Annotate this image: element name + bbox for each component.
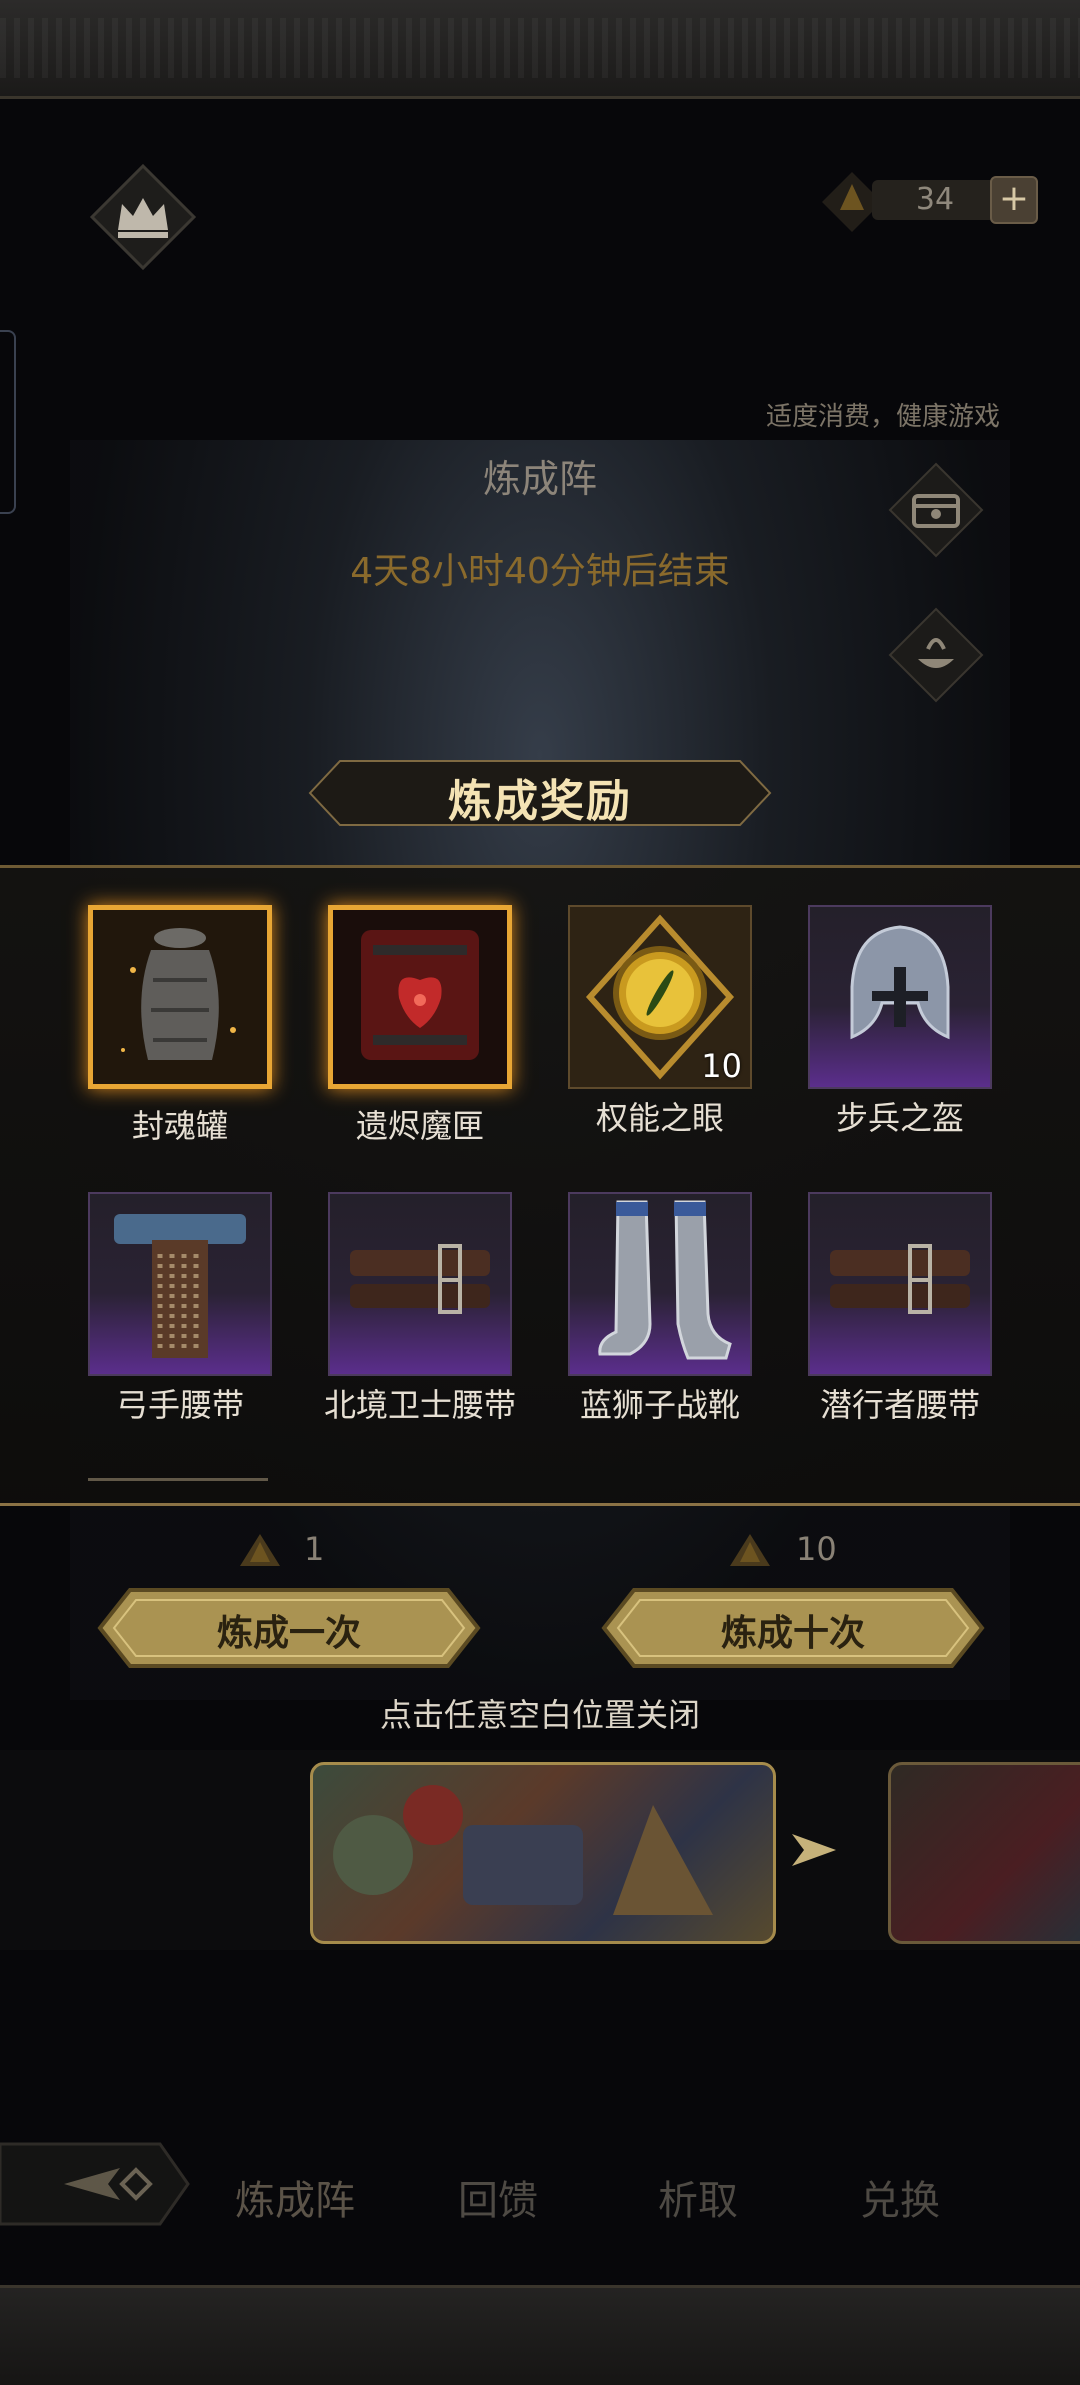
reward-name: 权能之眼: [595, 1099, 724, 1137]
gem-counter: 34 +: [820, 170, 1044, 234]
reward-quantity: 10: [701, 1047, 742, 1085]
reward-name: 遗烬魔匣: [355, 1107, 484, 1145]
reward-name: 步兵之盔: [835, 1099, 964, 1137]
cost-ten: 10: [796, 1530, 837, 1568]
reward-frame: [328, 1192, 512, 1376]
tab-refine-array[interactable]: 炼成阵: [215, 2168, 375, 2226]
northern-guard-belt-icon: [350, 1244, 490, 1314]
tab-underline: [88, 1478, 268, 1481]
draw-once-label: 炼成一次: [216, 1613, 361, 1654]
ember-box-icon: [333, 910, 507, 1084]
treasure-scene-image: [333, 1785, 713, 1915]
gem-count: 34: [915, 182, 955, 217]
reward-name: 蓝狮子战靴: [579, 1386, 740, 1424]
reward-frame: 10: [568, 905, 752, 1089]
reward-name: 弓手腰带: [115, 1386, 244, 1424]
tab-feedback[interactable]: 回馈: [418, 2168, 578, 2226]
add-gem-button[interactable]: +: [990, 176, 1038, 224]
panel-title: 炼成阵: [482, 457, 597, 501]
pot-icon[interactable]: [888, 607, 984, 703]
stalker-belt-icon: [830, 1244, 970, 1314]
reward-frame: [568, 1192, 752, 1376]
soul-jar-icon: [93, 910, 267, 1084]
reward-frame: [808, 1192, 992, 1376]
reward-title: 炼成奖励: [448, 776, 632, 827]
crown-icon[interactable]: [88, 162, 198, 272]
draw-once-button[interactable]: 炼成一次: [96, 1586, 482, 1670]
cost-once: 1: [304, 1530, 325, 1568]
reward-frame: [328, 905, 512, 1089]
top-decor-band: [0, 0, 1080, 99]
reward-frame: [88, 1192, 272, 1376]
arrow-right-icon[interactable]: [786, 1822, 842, 1878]
preview-card-next[interactable]: [888, 1762, 1080, 1944]
gem-icon: [240, 1534, 280, 1566]
health-notice: 适度消费，健康游戏: [765, 402, 1000, 432]
gem-icon: [730, 1534, 770, 1566]
reward-title-banner: 炼成奖励: [300, 755, 780, 831]
bottom-nav: 炼成阵 回馈 析取 兑换: [0, 2118, 1080, 2268]
archer-belt-icon: [114, 1214, 246, 1358]
reward-name: 北境卫士腰带: [323, 1386, 516, 1424]
draw-ten-label: 炼成十次: [720, 1613, 865, 1654]
preview-card-active[interactable]: [310, 1762, 776, 1944]
reward-frame: [808, 905, 992, 1089]
close-hint: 点击任意空白位置关闭: [379, 1696, 700, 1734]
event-countdown: 4天8小时40分钟后结束: [350, 551, 730, 592]
draw-ten-button[interactable]: 炼成十次: [600, 1586, 986, 1670]
reward-name: 潜行者腰带: [819, 1386, 980, 1424]
chest-icon[interactable]: [888, 462, 984, 558]
side-edge-tab[interactable]: [0, 330, 16, 514]
reward-name: 封魂罐: [131, 1107, 228, 1145]
reward-frame: [88, 905, 272, 1089]
tab-exchange[interactable]: 兑换: [820, 2168, 980, 2226]
blue-lion-boots-icon: [598, 1200, 732, 1360]
bottom-decor-band: [0, 2285, 1080, 2385]
tab-extract[interactable]: 析取: [618, 2168, 778, 2226]
infantry-helm-icon: [850, 925, 950, 1040]
